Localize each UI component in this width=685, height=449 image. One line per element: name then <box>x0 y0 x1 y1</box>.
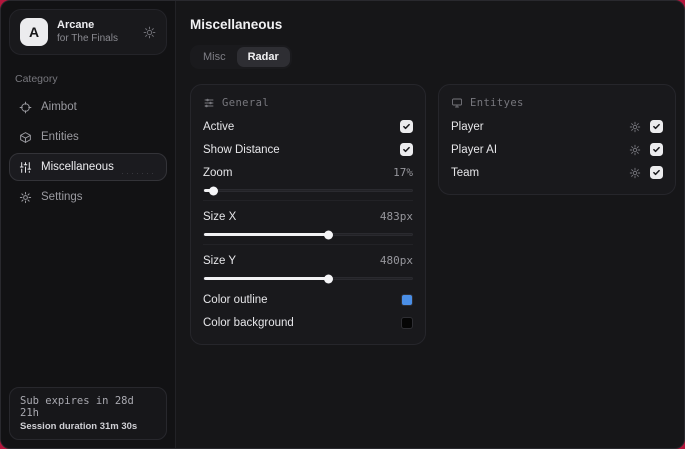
show-distance-checkbox[interactable] <box>400 143 413 156</box>
general-card-title: General <box>222 97 270 109</box>
team-gear-icon[interactable] <box>629 167 641 179</box>
setting-row-size-x: Size X 483px <box>203 205 413 228</box>
player-gear-icon[interactable] <box>629 121 641 133</box>
setting-row-show-distance: Show Distance <box>203 138 413 161</box>
player-ai-gear-icon[interactable] <box>629 144 641 156</box>
sidebar-item-label: Entities <box>41 131 79 143</box>
color-background-swatch[interactable] <box>401 316 413 329</box>
setting-row-size-y: Size Y 480px <box>203 249 413 272</box>
setting-label: Zoom <box>203 166 233 179</box>
player-checkbox[interactable] <box>650 120 663 133</box>
sidebar-item-label: Aimbot <box>41 101 77 113</box>
entity-controls <box>629 166 663 179</box>
crosshair-icon <box>19 101 32 114</box>
active-checkbox[interactable] <box>400 120 413 133</box>
slider-track <box>203 274 413 283</box>
size-y-value: 480px <box>379 254 413 267</box>
slider-fill <box>204 274 333 283</box>
cards-row: General Active Show Distance Zoom 17% Si… <box>190 84 676 345</box>
setting-label: Color background <box>203 316 294 329</box>
setting-label: Show Distance <box>203 143 280 156</box>
setting-row-active: Active <box>203 115 413 138</box>
slider-thumb[interactable] <box>209 186 219 195</box>
tab-radar[interactable]: Radar <box>236 47 290 67</box>
entity-row-team: Team <box>451 161 663 184</box>
size-x-slider[interactable] <box>203 230 413 239</box>
slider-track <box>203 186 413 195</box>
app-logo: A <box>20 18 48 46</box>
slider-thumb[interactable] <box>323 230 333 239</box>
setting-label: Color outline <box>203 293 268 306</box>
monitor-icon <box>451 97 463 109</box>
session-duration-text: Session duration 31m 30s <box>20 421 138 432</box>
entity-row-player: Player <box>451 115 663 138</box>
sliders-icon <box>19 161 32 174</box>
team-checkbox[interactable] <box>650 166 663 179</box>
slider-fill <box>204 230 333 239</box>
sidebar-item-aimbot[interactable]: Aimbot <box>9 93 167 121</box>
brand-text: Arcane for The Finals <box>57 19 134 45</box>
entity-row-player-ai: Player AI <box>451 138 663 161</box>
setting-row-color-outline: Color outline <box>203 288 413 311</box>
setting-row-zoom: Zoom 17% <box>203 161 413 184</box>
sidebar-item-miscellaneous[interactable]: Miscellaneous ······· <box>9 153 167 181</box>
entities-card-title: Entityes <box>470 97 524 109</box>
sub-expiry-text: Sub expires in 28d 21h <box>20 395 134 419</box>
slider-fill <box>204 186 219 195</box>
entity-label: Player AI <box>451 143 498 156</box>
setting-row-color-background: Color background <box>203 311 413 334</box>
selected-item-dots: ······· <box>121 168 156 178</box>
main-panel: Miscellaneous Misc Radar General Active … <box>176 1 684 448</box>
entity-label: Team <box>451 166 480 179</box>
entities-card-header: Entityes <box>451 93 663 115</box>
account-gear-icon[interactable] <box>143 26 156 39</box>
entity-label: Player <box>451 120 484 133</box>
general-card: General Active Show Distance Zoom 17% Si… <box>190 84 426 345</box>
size-x-value: 483px <box>379 210 413 223</box>
slider-track <box>203 230 413 239</box>
sidebar-item-label: Miscellaneous <box>41 161 114 173</box>
sidebar-item-label: Settings <box>41 191 83 203</box>
player-ai-checkbox[interactable] <box>650 143 663 156</box>
entity-controls <box>629 143 663 156</box>
slider-thumb[interactable] <box>323 274 333 283</box>
color-outline-swatch[interactable] <box>401 293 413 306</box>
sidebar-nav: Aimbot Entities Miscellaneous ······· Se… <box>1 89 175 215</box>
app-window: A Arcane for The Finals Category Aimbot … <box>0 0 685 449</box>
setting-label: Active <box>203 120 235 133</box>
sidebar-item-entities[interactable]: Entities <box>9 123 167 151</box>
category-label: Category <box>15 73 58 85</box>
app-subtitle: for The Finals <box>57 32 118 44</box>
box-icon <box>19 131 32 144</box>
sidebar: A Arcane for The Finals Category Aimbot … <box>1 1 176 448</box>
general-icon <box>203 97 215 109</box>
zoom-value: 17% <box>393 166 413 179</box>
zoom-slider[interactable] <box>203 186 413 195</box>
setting-label: Size Y <box>203 254 237 267</box>
page-title: Miscellaneous <box>190 17 283 32</box>
sidebar-item-settings[interactable]: Settings <box>9 183 167 211</box>
app-title: Arcane <box>57 18 95 31</box>
entity-controls <box>629 120 663 133</box>
tab-bar: Misc Radar <box>190 45 292 69</box>
divider <box>203 200 413 201</box>
gear-icon <box>19 191 32 204</box>
entities-card: Entityes Player Player AI Team <box>438 84 676 195</box>
divider <box>203 244 413 245</box>
general-card-header: General <box>203 93 413 115</box>
setting-label: Size X <box>203 210 237 223</box>
tab-misc[interactable]: Misc <box>192 47 237 67</box>
account-card[interactable]: A Arcane for The Finals <box>9 9 167 55</box>
subscription-card: Sub expires in 28d 21h Session duration … <box>9 387 167 440</box>
size-y-slider[interactable] <box>203 274 413 283</box>
